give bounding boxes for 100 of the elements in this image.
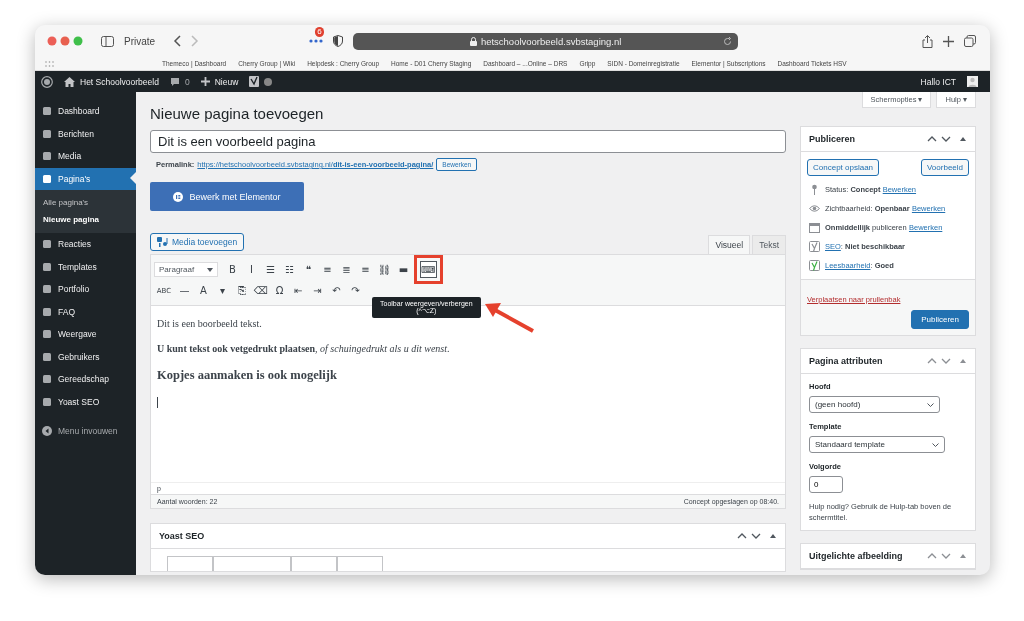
add-media-button[interactable]: Media toevoegen xyxy=(150,233,245,251)
toolbar-button[interactable]: ≡ xyxy=(319,261,336,278)
media-icon xyxy=(157,237,168,247)
panel-title: Publiceren xyxy=(809,134,855,144)
pointer-arrow xyxy=(483,301,535,333)
sidebar-item[interactable]: Dashboard xyxy=(35,100,136,123)
tabs-icon[interactable] xyxy=(964,35,976,47)
square-icon xyxy=(42,306,52,317)
toolbar-button[interactable]: I xyxy=(243,261,260,278)
square-icon xyxy=(42,173,52,184)
editor-tab[interactable]: Tekst xyxy=(752,235,786,254)
url-text: hetschoolvoorbeeld.svbstaging.nl xyxy=(480,35,622,47)
panel-controls-icon[interactable] xyxy=(927,357,967,365)
calendar-icon xyxy=(809,222,820,233)
address-bar[interactable]: hetschoolvoorbeeld.svbstaging.nl xyxy=(353,32,739,50)
parent-dropdown[interactable]: (geen hoofd) xyxy=(809,396,940,413)
greeting-text[interactable]: Hallo ICT xyxy=(920,76,956,87)
comment-count[interactable]: 0 xyxy=(184,76,190,87)
toolbar-button[interactable]: ≡ xyxy=(357,261,374,278)
panel-controls-icon[interactable] xyxy=(737,532,777,540)
toolbar-button[interactable]: ☷ xyxy=(281,261,298,278)
content-paragraph: Dit is een boorbeeld tekst. xyxy=(157,318,263,329)
editor-tab[interactable]: Visueel xyxy=(708,235,751,254)
panel-controls-icon[interactable] xyxy=(927,551,967,560)
tracker-badge: 6 xyxy=(315,27,324,37)
toolbar-button[interactable]: A xyxy=(195,282,212,299)
window-controls-icon[interactable] xyxy=(47,36,83,46)
plus-icon[interactable] xyxy=(200,77,210,86)
toolbar-button[interactable]: — xyxy=(176,282,193,299)
home-icon[interactable] xyxy=(64,76,75,87)
panel-controls-icon[interactable] xyxy=(927,135,967,143)
toolbar-button[interactable]: ↶ xyxy=(328,282,345,299)
publish-button[interactable]: Publiceren xyxy=(911,310,969,329)
status-dot-icon xyxy=(264,77,273,86)
content-paragraph: U kunt tekst ook vetgedrukt plaatsen, of schuingedrukt als u dit wenst. xyxy=(157,343,451,354)
lock-icon xyxy=(469,36,477,46)
chevron-icon xyxy=(927,402,934,407)
plugin-logo-icon[interactable] xyxy=(249,76,260,87)
text-cursor xyxy=(157,397,158,408)
toolbar-button[interactable]: ▾ xyxy=(214,282,231,299)
toolbar-button[interactable]: ≣ xyxy=(338,261,355,278)
pin-icon xyxy=(809,184,820,195)
eye-icon xyxy=(809,203,820,214)
square-icon xyxy=(42,396,52,407)
plus-icon[interactable] xyxy=(943,35,954,47)
site-name-link[interactable]: Het Schoolvoorbeeld xyxy=(80,76,159,87)
submenu-item[interactable]: Nieuwe pagina xyxy=(35,211,136,228)
toolbar-button[interactable]: ⌫ xyxy=(252,282,269,299)
back-icon[interactable] xyxy=(173,35,182,47)
format-dropdown[interactable]: Paragraaf xyxy=(154,262,218,277)
preview-button[interactable]: Voorbeeld xyxy=(920,159,969,176)
page-title: Nieuwe pagina toevoegen xyxy=(150,105,325,122)
order-field[interactable]: 0 xyxy=(809,476,843,493)
toolbar-button[interactable]: ❝ xyxy=(300,261,317,278)
square-icon xyxy=(42,329,52,340)
sidebar-item[interactable]: Pagina's xyxy=(35,167,136,190)
collapse-icon xyxy=(42,426,52,437)
template-dropdown[interactable]: Standaard template xyxy=(809,436,945,453)
save-draft-button[interactable]: Concept opslaan xyxy=(807,159,880,176)
toolbar-button[interactable]: ⇤ xyxy=(290,282,307,299)
toolbar-button[interactable]: ☰ xyxy=(262,261,279,278)
sidebar-item[interactable]: Reacties xyxy=(35,233,136,256)
new-link[interactable]: Nieuw xyxy=(214,76,239,87)
toolbar-button[interactable]: ⇥ xyxy=(309,282,326,299)
toolbar-button[interactable]: ▬ xyxy=(395,261,412,278)
sidebar-item[interactable]: Gereedschap xyxy=(35,368,136,391)
share-icon[interactable] xyxy=(922,34,933,48)
sidebar-item[interactable]: Berichten xyxy=(35,122,136,145)
sidebar-icon[interactable] xyxy=(101,35,114,47)
content-heading: Kopjes aanmaken is ook mogelijk xyxy=(157,368,338,383)
toolbar-button[interactable]: Ω xyxy=(271,282,288,299)
dots-icon[interactable] xyxy=(309,38,324,44)
toolbar-button[interactable]: ⌨ xyxy=(420,261,437,278)
chevron-icon xyxy=(932,442,939,447)
title-field[interactable]: Dit is een voorbeeld pagina xyxy=(150,130,786,153)
speech-bubble-icon[interactable] xyxy=(169,76,180,87)
square-icon xyxy=(42,151,52,162)
panel-title: Pagina attributen xyxy=(809,356,883,366)
elementor-button[interactable]: Bewerk met Elementor xyxy=(150,182,304,211)
toolbar-button[interactable]: ↷ xyxy=(347,282,364,299)
square-icon xyxy=(42,374,52,385)
plugin-logo-icon xyxy=(809,241,820,252)
plugin-logo-icon xyxy=(809,260,820,271)
square-icon xyxy=(42,239,52,250)
shield-icon[interactable] xyxy=(333,35,344,47)
sidebar-item[interactable]: Weergave xyxy=(35,323,136,346)
sidebar-item[interactable]: Yoast SEO xyxy=(35,390,136,413)
sidebar-item[interactable]: Templates xyxy=(35,255,136,278)
caret-icon xyxy=(207,267,213,272)
collapse-menu-item[interactable]: Menu invouwen xyxy=(35,420,136,443)
toolbar-button[interactable]: B xyxy=(224,261,241,278)
sidebar-item[interactable]: FAQ xyxy=(35,300,136,323)
submenu-item[interactable]: Alle pagina's xyxy=(35,194,136,211)
logo-icon[interactable] xyxy=(41,75,53,88)
sidebar-item[interactable]: Portfolio xyxy=(35,278,136,301)
sidebar-item[interactable]: Gebruikers xyxy=(35,345,136,368)
toolbar-button[interactable]: ⛓ xyxy=(376,261,393,278)
reload-icon[interactable] xyxy=(723,36,733,46)
sidebar-item[interactable]: Media xyxy=(35,145,136,168)
toolbar-button[interactable]: ⎘ xyxy=(233,282,250,299)
